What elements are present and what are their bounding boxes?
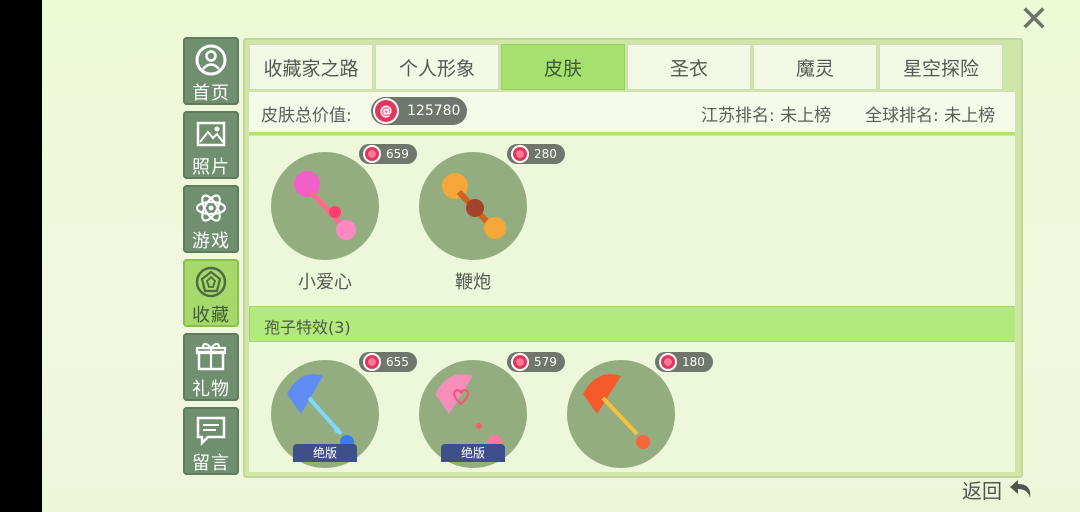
back-button[interactable]: 返回 [962,470,1050,508]
price-pill: 180 [655,352,713,372]
spore-effects-header[interactable]: 孢子特效(3) [249,306,1015,342]
price-pill: 659 [359,144,417,164]
tab-spirit[interactable]: 魔灵 [753,44,877,90]
candy-coin-icon [511,145,529,163]
price-value: 180 [682,355,705,369]
spore-item-3[interactable]: 180 [567,344,713,472]
tab-skins[interactable]: 皮肤 [501,44,625,90]
screen: ✕ 首页 照片 游戏 收藏 礼物 留言 收藏家之路 个人形象 皮肤 圣衣 魔灵 … [42,0,1080,512]
spore-item-1[interactable]: 绝版 655 [271,344,417,472]
price-pill: 655 [359,352,417,372]
price-value: 655 [386,355,409,369]
close-icon[interactable]: ✕ [1002,0,1066,40]
nav-item-games[interactable]: 游戏 [183,185,239,253]
skin-item-firecracker[interactable]: 280 鞭炮 [419,136,565,293]
gem-icon [195,266,227,298]
nav-label-messages: 留言 [192,453,230,474]
nav-label-games: 游戏 [192,231,230,252]
nav-label-photos: 照片 [192,157,230,178]
atom-icon [195,194,227,222]
items-scroll-area[interactable]: 659 小爱心 280 鞭炮 孢子特效(3) 绝版 655 绝版 579 180 [249,136,1015,472]
price-value: 659 [386,147,409,161]
total-value-label: 皮肤总价值: [261,106,352,126]
jiangsu-rank: 江苏排名: 未上榜 [701,106,832,126]
nav-label-collection: 收藏 [192,305,230,326]
nav-item-home[interactable]: 首页 [183,37,239,105]
candy-coin-icon: @ [373,98,399,124]
nav-label-home: 首页 [192,83,230,104]
user-circle-icon [195,44,227,76]
spore-preview [567,360,675,468]
back-label: 返回 [962,478,1002,503]
candy-coin-icon [363,145,381,163]
message-icon [196,416,226,447]
candy-coin-icon [363,353,381,371]
tab-collector-road[interactable]: 收藏家之路 [249,44,373,90]
nav-item-photos[interactable]: 照片 [183,111,239,179]
return-arrow-icon [1010,480,1031,498]
tab-star-adventure[interactable]: 星空探险 [879,44,1003,90]
skin-name: 鞭炮 [455,272,491,293]
gift-icon [195,342,227,371]
skin-item-little-heart[interactable]: 659 小爱心 [271,136,417,293]
candy-coin-icon [511,353,529,371]
out-of-print-badge: 绝版 [293,444,357,462]
summary-bar: 皮肤总价值: @ 125780 江苏排名: 未上榜 全球排名: 未上榜 [249,92,1015,135]
global-rank: 全球排名: 未上榜 [865,106,996,126]
tab-bar: 收藏家之路 个人形象 皮肤 圣衣 魔灵 星空探险 [249,44,1005,90]
collection-panel: 收藏家之路 个人形象 皮肤 圣衣 魔灵 星空探险 皮肤总价值: @ 125780… [243,38,1023,478]
skin-name: 小爱心 [298,272,352,293]
price-pill: 579 [507,352,565,372]
nav-item-collection[interactable]: 收藏 [183,259,239,327]
skin-preview [271,152,379,260]
price-value: 280 [534,147,557,161]
candy-coin-icon [659,353,677,371]
nav-item-gifts[interactable]: 礼物 [183,333,239,401]
price-value: 579 [534,355,557,369]
price-pill: 280 [507,144,565,164]
tab-holy-armor[interactable]: 圣衣 [627,44,751,90]
photo-icon [196,121,226,147]
nav-item-messages[interactable]: 留言 [183,407,239,475]
total-value-pill: @ 125780 [371,97,467,125]
section-title: 孢子特效(3) [264,318,351,337]
total-value: 125780 [407,103,461,119]
skin-preview [419,152,527,260]
tab-personal-image[interactable]: 个人形象 [375,44,499,90]
out-of-print-badge: 绝版 [441,444,505,462]
spore-item-2[interactable]: 绝版 579 [419,344,565,472]
nav-label-gifts: 礼物 [192,379,230,400]
